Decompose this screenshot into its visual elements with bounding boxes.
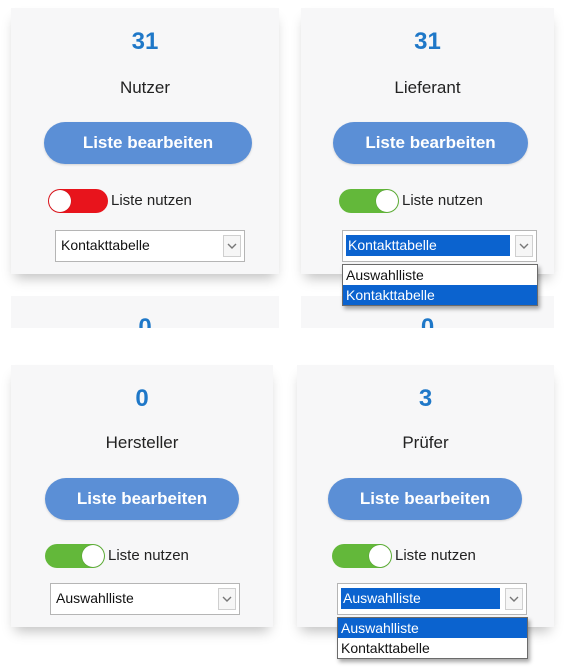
toggle-knob	[376, 190, 398, 212]
list-type-dropdown: Auswahlliste Kontakttabelle	[342, 264, 538, 306]
use-list-toggle[interactable]	[48, 189, 108, 213]
card-nutzer: 31 Nutzer Liste bearbeiten Liste nutzen …	[11, 8, 279, 274]
dropdown-option-auswahlliste[interactable]: Auswahlliste	[343, 265, 537, 285]
toggle-knob	[82, 545, 104, 567]
select-value: Auswahlliste	[341, 588, 500, 609]
dropdown-option-kontakttabelle[interactable]: Kontakttabelle	[343, 285, 537, 305]
chevron-down-icon[interactable]	[505, 588, 523, 610]
card-title: Hersteller	[105, 433, 179, 452]
dropdown-option-kontakttabelle[interactable]: Kontakttabelle	[338, 638, 527, 658]
chevron-down-icon[interactable]	[218, 588, 236, 610]
card-title: Prüfer	[402, 433, 449, 452]
count-value: 3	[418, 385, 433, 412]
use-list-toggle[interactable]	[339, 189, 399, 213]
select-value: Auswahlliste	[56, 590, 134, 606]
toggle-label: Liste nutzen	[111, 192, 192, 209]
dropdown-option-auswahlliste[interactable]: Auswahlliste	[338, 618, 527, 638]
use-list-toggle-row: Liste nutzen	[339, 189, 539, 213]
list-type-select[interactable]: Kontakttabelle	[55, 230, 245, 262]
list-type-dropdown: Auswahlliste Kontakttabelle	[337, 617, 528, 659]
count-value: 0	[135, 385, 149, 412]
edit-list-button[interactable]: Liste bearbeiten	[328, 478, 522, 520]
select-value: Kontakttabelle	[61, 237, 150, 253]
toggle-label: Liste nutzen	[395, 547, 476, 564]
toggle-label: Liste nutzen	[108, 547, 189, 564]
select-value: Kontakttabelle	[346, 235, 510, 256]
card-partial-left: 0	[11, 296, 279, 341]
list-type-select[interactable]: Auswahlliste	[50, 583, 240, 615]
toggle-knob	[49, 190, 71, 212]
toggle-label: Liste nutzen	[402, 192, 483, 209]
edit-list-button[interactable]: Liste bearbeiten	[44, 122, 252, 164]
card-title: Nutzer	[119, 78, 171, 97]
chevron-down-icon[interactable]	[223, 235, 241, 257]
chevron-down-icon[interactable]	[515, 235, 533, 257]
use-list-toggle-row: Liste nutzen	[48, 189, 248, 213]
list-type-select[interactable]: Kontakttabelle	[342, 230, 537, 262]
use-list-toggle[interactable]	[45, 544, 105, 568]
list-type-select[interactable]: Auswahlliste	[337, 583, 527, 615]
edit-list-button[interactable]: Liste bearbeiten	[45, 478, 239, 520]
count-value: 31	[131, 28, 159, 55]
card-title: Lieferant	[394, 78, 461, 97]
use-list-toggle[interactable]	[332, 544, 392, 568]
toggle-knob	[369, 545, 391, 567]
card-hersteller: 0 Hersteller Liste bearbeiten Liste nutz…	[11, 365, 273, 627]
white-mask	[0, 328, 569, 364]
card-lieferant: 31 Lieferant Liste bearbeiten Liste nutz…	[301, 8, 554, 274]
use-list-toggle-row: Liste nutzen	[332, 544, 532, 568]
edit-list-button[interactable]: Liste bearbeiten	[333, 122, 528, 164]
card-pruefer: 3 Prüfer Liste bearbeiten Liste nutzen A…	[297, 365, 554, 627]
use-list-toggle-row: Liste nutzen	[45, 544, 245, 568]
count-value: 31	[414, 28, 441, 55]
